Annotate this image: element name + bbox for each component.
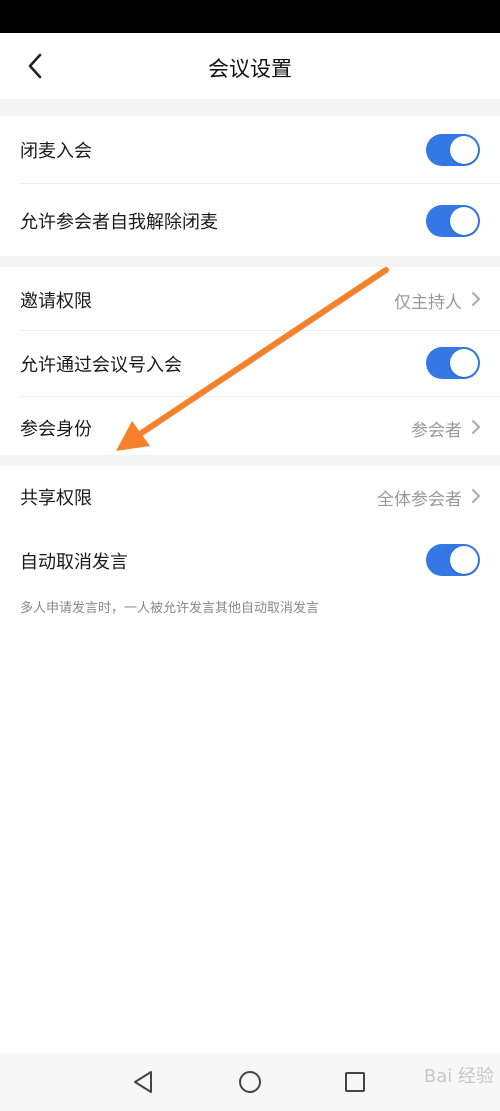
setting-label: 闭麦入会 [20, 141, 92, 162]
section-gap [0, 256, 500, 267]
allow-self-unmute-toggle[interactable] [426, 205, 480, 237]
setting-label: 邀请权限 [20, 291, 92, 312]
nav-back-button[interactable] [128, 1067, 158, 1097]
setting-hint: 多人申请发言时，一人被允许发言其他自动取消发言 [20, 601, 320, 616]
toggle-knob [450, 546, 478, 574]
setting-value: 仅主持人 [394, 293, 462, 313]
status-bar [0, 0, 500, 33]
setting-label: 允许参会者自我解除闭麦 [20, 212, 218, 233]
setting-row-mute-on-join[interactable]: 闭麦入会 [0, 116, 500, 184]
watermark-logo: Bai 经验 [423, 1066, 494, 1087]
setting-row-allow-self-unmute[interactable]: 允许参会者自我解除闭麦 [0, 184, 500, 256]
auto-cancel-speak-toggle[interactable] [426, 544, 480, 576]
mute-on-join-toggle[interactable] [426, 134, 480, 166]
chevron-right-icon [472, 489, 480, 503]
toggle-knob [450, 207, 478, 235]
setting-label: 自动取消发言 [20, 552, 128, 573]
chevron-right-icon [472, 292, 480, 306]
triangle-back-icon [134, 1071, 152, 1093]
nav-home-button[interactable] [235, 1067, 265, 1097]
setting-label: 共享权限 [20, 488, 92, 509]
section-gap [0, 455, 500, 466]
setting-value: 全体参会者 [377, 490, 462, 510]
toggle-knob [450, 136, 478, 164]
chevron-right-icon [472, 420, 480, 434]
circle-home-icon [239, 1071, 261, 1093]
setting-row-share-permission[interactable]: 共享权限 全体参会者 [0, 466, 500, 526]
toggle-knob [450, 349, 478, 377]
page-title: 会议设置 [208, 57, 292, 81]
setting-row-join-by-meeting-id[interactable]: 允许通过会议号入会 [0, 331, 500, 397]
setting-label: 允许通过会议号入会 [20, 355, 182, 376]
section-gap [0, 99, 500, 116]
square-recent-icon [345, 1072, 365, 1092]
setting-row-invite-permission[interactable]: 邀请权限 仅主持人 [0, 267, 500, 331]
setting-row-auto-cancel-speak[interactable]: 自动取消发言 [0, 526, 500, 594]
setting-label: 参会身份 [20, 419, 92, 440]
setting-value: 参会者 [411, 421, 462, 441]
nav-recent-button[interactable] [340, 1067, 370, 1097]
header: 会议设置 [0, 33, 500, 99]
setting-row-participant-role[interactable]: 参会身份 参会者 [0, 397, 500, 455]
join-by-meeting-id-toggle[interactable] [426, 347, 480, 379]
